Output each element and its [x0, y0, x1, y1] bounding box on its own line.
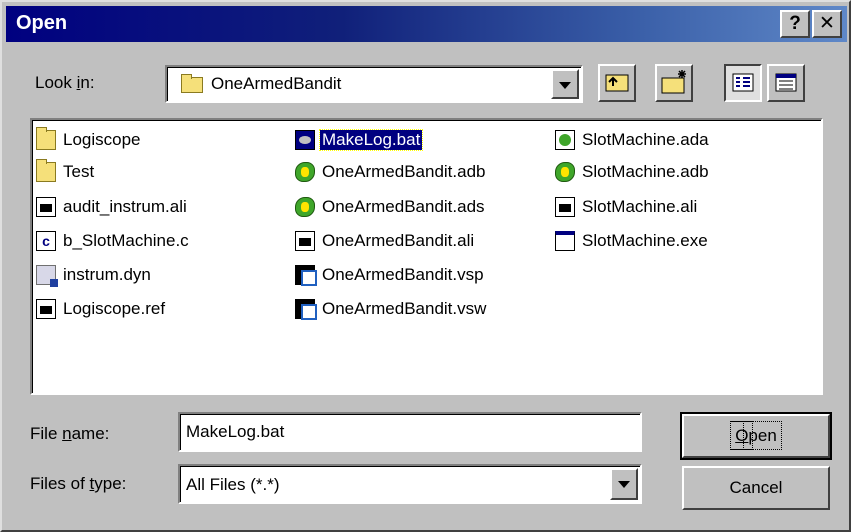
- file-name: b_SlotMachine.c: [63, 231, 189, 250]
- file-type-label: Files of type:: [30, 474, 126, 494]
- look-in-dropdown-button[interactable]: [551, 69, 579, 99]
- open-button-text: pen: [743, 421, 782, 450]
- ali-file-icon: [36, 197, 56, 217]
- look-in-label: Look in:: [35, 73, 95, 93]
- dyn-file-icon: [36, 265, 58, 287]
- open-button-accel: O: [730, 421, 754, 450]
- up-one-level-button[interactable]: [598, 64, 636, 102]
- file-name-label-part: File: [30, 424, 63, 443]
- ali-file-icon: [555, 197, 575, 217]
- ada-file-icon: [555, 130, 575, 150]
- file-name: OneArmedBandit.vsw: [322, 299, 487, 318]
- open-button[interactable]: Open: [680, 412, 832, 460]
- new-folder-button[interactable]: [655, 64, 693, 102]
- list-view-icon: [732, 73, 754, 92]
- title-bar[interactable]: Open ? ✕: [6, 6, 847, 42]
- ada-body-icon: [295, 162, 315, 182]
- batch-file-icon: [295, 130, 315, 150]
- file-list[interactable]: Logiscope Test audit_instrum.ali c b_Slot…: [30, 118, 823, 395]
- details-view-icon: [775, 73, 797, 92]
- dialog-title: Open: [16, 12, 68, 34]
- file-name-field[interactable]: MakeLog.bat: [178, 412, 642, 452]
- file-name: MakeLog.bat: [318, 129, 424, 151]
- ali-file-icon: [295, 231, 315, 251]
- look-in-combo[interactable]: OneArmedBandit: [165, 65, 583, 103]
- look-in-value: OneArmedBandit: [211, 74, 342, 93]
- file-name: SlotMachine.exe: [582, 231, 708, 250]
- vsw-file-icon: [295, 299, 317, 320]
- file-name: SlotMachine.ali: [582, 197, 698, 216]
- file-name-label-part: ame:: [71, 424, 110, 443]
- ada-body-icon: [555, 162, 575, 182]
- ada-spec-icon: [295, 197, 315, 217]
- file-name-value[interactable]: MakeLog.bat: [186, 422, 284, 442]
- file-type-label-part: ype:: [94, 474, 127, 493]
- file-name: OneArmedBandit.ads: [322, 197, 485, 216]
- file-name: OneArmedBandit.vsp: [322, 265, 484, 284]
- open-dialog: Open ? ✕ Look in: OneArmedBandit Logisco…: [0, 0, 851, 532]
- file-name: SlotMachine.ada: [582, 130, 709, 149]
- file-type-value: All Files (*.*): [186, 475, 280, 494]
- folder-icon: [36, 127, 56, 150]
- file-name: OneArmedBandit.adb: [322, 162, 486, 181]
- folder-icon: [36, 159, 56, 182]
- file-name-label: File name:: [30, 424, 109, 444]
- file-name: Test: [63, 162, 95, 181]
- vsp-file-icon: [295, 265, 317, 286]
- list-view-button[interactable]: [724, 64, 762, 102]
- help-button[interactable]: ?: [780, 10, 810, 38]
- exe-file-icon: [555, 231, 575, 251]
- file-name: Logiscope: [63, 130, 141, 149]
- look-in-label-part: Look: [35, 73, 77, 92]
- look-in-label-part: n:: [80, 73, 95, 92]
- file-name: Logiscope.ref: [63, 299, 166, 318]
- file-name: OneArmedBandit.ali: [322, 231, 475, 250]
- ref-file-icon: [36, 299, 56, 319]
- file-name: audit_instrum.ali: [63, 197, 187, 216]
- cancel-button[interactable]: Cancel: [682, 466, 830, 510]
- new-folder-icon: [661, 70, 686, 94]
- open-button-label: Open: [730, 421, 782, 450]
- details-view-button[interactable]: [767, 64, 805, 102]
- c-file-icon: c: [36, 231, 56, 251]
- file-type-dropdown-button[interactable]: [610, 468, 638, 500]
- open-folder-icon: [181, 74, 203, 93]
- file-type-label-part: Files of: [30, 474, 90, 493]
- up-one-level-icon: [605, 74, 629, 92]
- file-name: instrum.dyn: [63, 265, 151, 284]
- file-name-label-accel: n: [62, 424, 72, 443]
- file-name: SlotMachine.adb: [582, 162, 709, 181]
- close-button[interactable]: ✕: [812, 10, 842, 38]
- file-type-combo[interactable]: All Files (*.*): [178, 464, 642, 504]
